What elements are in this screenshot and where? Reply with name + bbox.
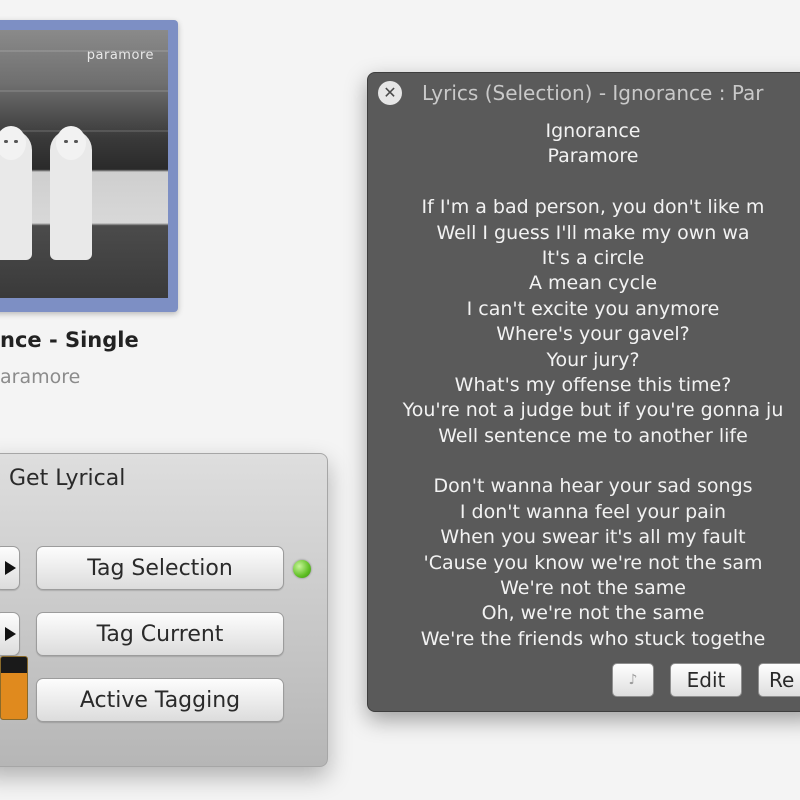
level-meter-fill — [1, 672, 27, 719]
lyrics-line: I don't wanna feel your pain — [459, 500, 727, 523]
lyrics-line: Don't wanna hear your sad songs — [433, 475, 753, 498]
lyrics-line: 'Cause you know we're not the sam — [423, 551, 763, 574]
revert-label: Re — [769, 668, 795, 692]
tag-selection-label: Tag Selection — [87, 555, 233, 581]
lyrics-line: What's my offense this time? — [454, 373, 732, 396]
lyrics-line: A mean cycle — [528, 272, 658, 295]
figure-head — [56, 126, 86, 160]
window-title: Lyrics (Selection) - Ignorance : Par — [422, 81, 764, 105]
lyrics-line: We're the friends who stuck togethe — [420, 627, 766, 650]
album-title: nce - Single — [0, 328, 139, 352]
tag-current-button[interactable]: Tag Current — [36, 612, 284, 656]
lyrics-blank-line — [368, 449, 800, 474]
figure-head — [0, 126, 26, 160]
lyrics-line: Ignorance — [545, 120, 641, 142]
tag-selection-button[interactable]: Tag Selection — [36, 546, 284, 590]
lyrics-line: I can't excite you anymore — [466, 297, 720, 320]
lyrics-line: We're not the same — [500, 577, 686, 600]
lyrics-icon-button[interactable]: ♪ — [612, 663, 654, 697]
figure-eye — [64, 140, 68, 143]
note-icon: ♪ — [628, 672, 638, 688]
lyrics-line: Paramore — [547, 145, 639, 168]
lyrics-line: Well I guess I'll make my own wa — [436, 221, 750, 244]
revert-button[interactable]: Re — [758, 663, 800, 697]
album-artist: aramore — [0, 366, 81, 388]
lyrics-line: If I'm a bad person, you don't like m — [421, 196, 765, 219]
figure-eye — [4, 140, 8, 143]
figure-eye — [74, 140, 78, 143]
album-art-stripe — [0, 90, 168, 92]
play-selection-button[interactable] — [0, 546, 20, 590]
active-tagging-button[interactable]: Active Tagging — [36, 678, 284, 722]
lyrics-line: Oh, we're not the same — [481, 602, 705, 625]
play-icon — [4, 627, 16, 641]
lyrics-line: When you swear it's all my fault — [440, 526, 746, 549]
lyrics-blank-line — [368, 170, 800, 195]
album-brand-text: paramore — [86, 48, 154, 63]
lyrics-window: ✕ Lyrics (Selection) - Ignorance : Par I… — [367, 72, 800, 712]
active-tagging-label: Active Tagging — [79, 687, 241, 713]
lyrics-line: It's a circle — [541, 246, 645, 269]
play-current-button[interactable] — [0, 612, 20, 656]
tag-current-label: Tag Current — [96, 621, 224, 647]
edit-label: Edit — [686, 668, 726, 692]
lyrics-line: Well sentence me to another life — [438, 424, 748, 447]
edit-button[interactable]: Edit — [670, 663, 742, 697]
status-indicator-icon — [293, 560, 311, 578]
lyrics-line: Your jury? — [546, 348, 640, 371]
close-icon: ✕ — [383, 83, 397, 102]
close-button[interactable]: ✕ — [378, 81, 402, 105]
panel-title: Get Lyrical — [9, 466, 126, 491]
album-figure — [50, 126, 92, 260]
album-art[interactable]: paramore — [0, 30, 168, 298]
album-figure — [0, 126, 32, 260]
figure-eye — [14, 140, 18, 143]
lyrics-line: Where's your gavel? — [496, 323, 690, 346]
lyrics-line: You're not a judge but if you're gonna j… — [402, 399, 784, 422]
play-icon — [4, 561, 16, 575]
album-art-stripe — [0, 130, 168, 132]
level-meter — [0, 656, 28, 720]
lyrics-text[interactable]: Ignorance Paramore If I'm a bad person, y… — [368, 119, 800, 652]
